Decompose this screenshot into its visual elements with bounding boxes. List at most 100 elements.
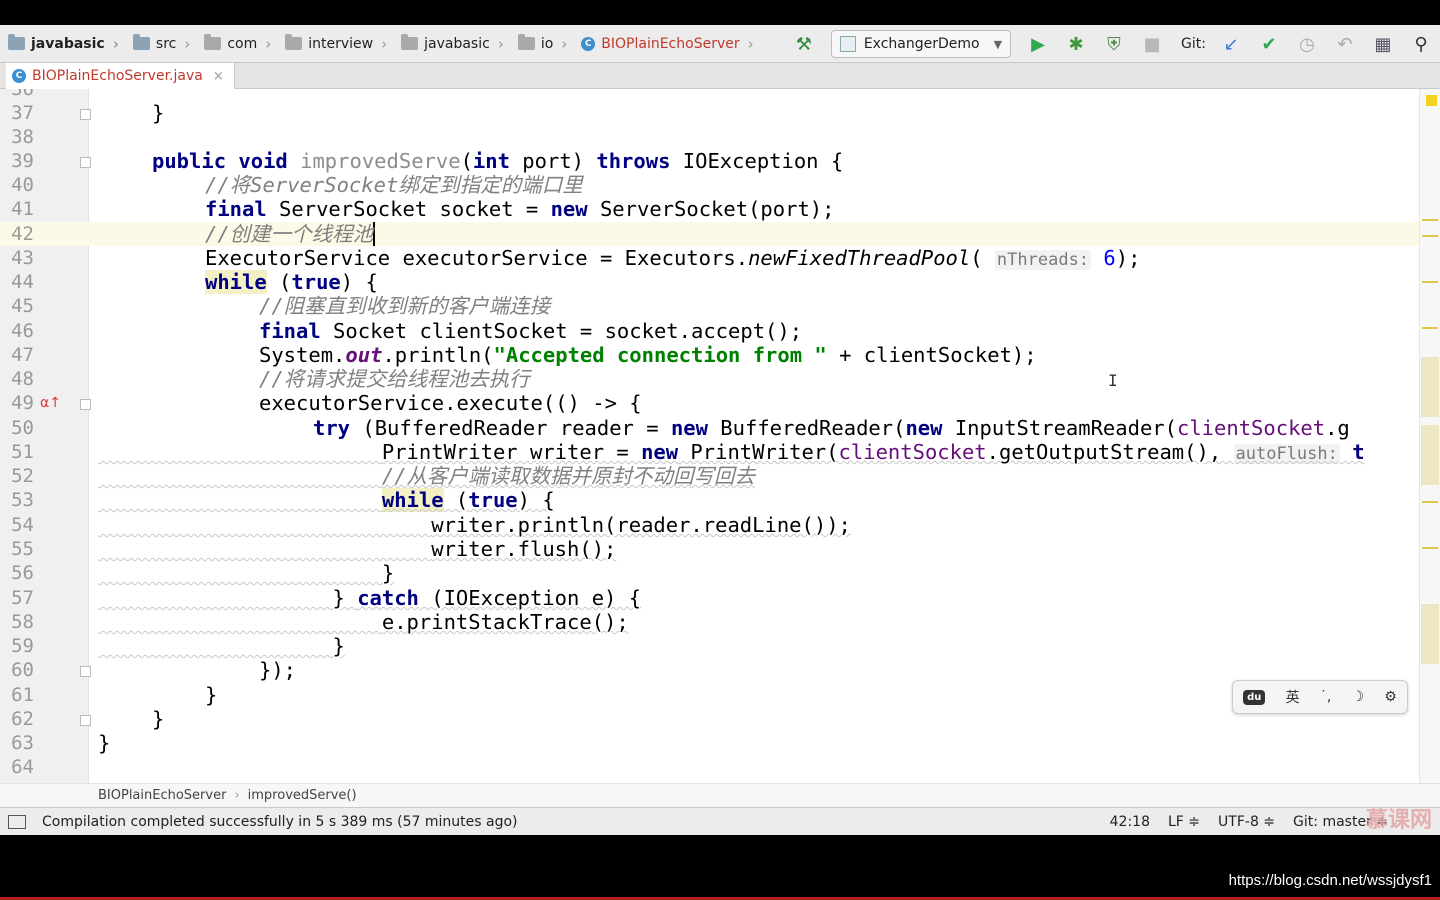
code-line: 63} (11, 731, 111, 755)
fold-marker-icon[interactable] (80, 109, 91, 120)
package-folder-icon (517, 34, 535, 50)
gear-icon[interactable]: ⚙ (1384, 689, 1397, 705)
chevron-right-icon: › (234, 788, 240, 803)
breadcrumb-javabasic[interactable]: javabasic › (393, 25, 510, 63)
code-line: 49 executorService.execute(() -> { (11, 391, 642, 415)
hammer-icon[interactable]: ⚒ (791, 31, 817, 57)
imooc-watermark: 慕课网 (1365, 808, 1432, 833)
stripe-mark[interactable] (1421, 357, 1439, 417)
line-separator[interactable]: LF ≑ (1168, 814, 1200, 830)
run-icon[interactable]: ▶ (1025, 31, 1051, 57)
blog-url-watermark: https://blog.csdn.net/wssjdysf1 (1228, 872, 1432, 889)
code-line: 53 while (true) { (11, 488, 555, 512)
ide-window: javabasic › src › com › interview › javabasi… (0, 25, 1440, 835)
stripe-mark[interactable] (1422, 235, 1438, 237)
stop-icon[interactable]: ■ (1139, 31, 1165, 57)
code-line: 56 } (11, 561, 395, 585)
file-encoding[interactable]: UTF-8 ≑ (1218, 814, 1275, 830)
stripe-mark[interactable] (1422, 501, 1438, 503)
breadcrumb-src[interactable]: src › (125, 25, 196, 63)
status-bar: Compilation completed successfully in 5 … (0, 807, 1440, 835)
tab-bioplainechoserver[interactable]: C BIOPlainEchoServer.java × (6, 63, 235, 89)
stripe-mark[interactable] (1421, 604, 1439, 664)
lambda-breakpoint-icon[interactable]: ⍺↑ (40, 395, 61, 411)
git-label: Git: (1181, 36, 1206, 52)
breadcrumb-interview[interactable]: interview › (277, 25, 393, 63)
close-icon[interactable]: × (213, 69, 224, 84)
code-line: 61} (11, 683, 218, 707)
ibeam-cursor-icon: I (1108, 371, 1118, 390)
package-folder-icon (401, 34, 419, 50)
code-line: 40//将ServerSocket绑定到指定的端口里 (11, 173, 583, 197)
code-line: 43 ExecutorService executorService = Exec… (11, 246, 1141, 270)
stripe-mark[interactable] (1422, 327, 1438, 329)
history-icon[interactable]: ◷ (1294, 31, 1320, 57)
package-folder-icon (204, 34, 222, 50)
parameter-hint: nThreads: (994, 250, 1092, 270)
navigation-bar: javabasic › src › com › interview › javabasi… (0, 25, 1440, 63)
code-line: 52 //从客户端读取数据并原封不动回写回去 (11, 464, 756, 488)
error-stripe[interactable] (1419, 89, 1440, 783)
code-line: 57 } catch (IOException e) { (11, 586, 642, 610)
caret-position[interactable]: 42:18 (1110, 814, 1150, 830)
editor-tab-bar: C BIOPlainEchoServer.java × (0, 63, 1440, 89)
run-config-icon (839, 36, 856, 52)
tool-windows-toggle-icon[interactable] (8, 814, 26, 829)
code-line: 62} (11, 707, 165, 731)
code-line: 51 PrintWriter writer = new PrintWriter(… (11, 440, 1365, 464)
chevron-down-icon: ▼ (993, 37, 1003, 51)
package-folder-icon (285, 34, 303, 50)
stripe-mark[interactable] (1422, 547, 1438, 549)
fold-marker-icon[interactable] (80, 715, 91, 726)
stripe-mark[interactable] (1421, 425, 1439, 485)
breadcrumb-class[interactable]: C BIOPlainEchoServer › (573, 25, 759, 63)
breadcrumb-module[interactable]: javabasic › (0, 25, 125, 63)
language-toggle[interactable]: 英 (1286, 687, 1300, 707)
status-message: Compilation completed successfully in 5 … (42, 813, 518, 830)
code-line: 58 e.printStackTrace(); (11, 610, 629, 634)
source-folder-icon (132, 34, 150, 50)
stripe-mark[interactable] (1422, 281, 1438, 283)
project-structure-icon[interactable]: ▦ (1370, 31, 1396, 57)
breadcrumb-class-name[interactable]: BIOPlainEchoServer (98, 788, 226, 803)
code-editor[interactable]: 36 37} 38 39 public void improvedServe(in… (0, 89, 1440, 783)
text-caret: //创建一个线程池 (205, 222, 376, 246)
code-area[interactable]: 36 37} 38 39 public void improvedServe(in… (0, 89, 1420, 783)
coverage-icon[interactable]: ⛨ (1101, 31, 1127, 57)
code-line: 38 (11, 126, 34, 148)
code-line: 60}); (11, 658, 297, 682)
breadcrumb-method-name[interactable]: improvedServe() (248, 788, 357, 803)
class-icon: C (12, 69, 26, 83)
code-line: 54 writer.println(reader.readLine()); (11, 513, 851, 537)
baidu-ime-logo[interactable]: du (1243, 689, 1266, 705)
tab-label: BIOPlainEchoServer.java (32, 68, 203, 84)
breadcrumb-io[interactable]: io › (510, 25, 573, 63)
code-line: 64 (11, 756, 34, 778)
code-line: 36 (11, 89, 34, 100)
toolbar: ⚒ ExchangerDemo ▼ ▶ ✱ ⛨ ■ Git: ↙ ✔ ◷ ↶ ▦ … (785, 25, 1440, 63)
code-line: 48//将请求提交给线程池去执行 (11, 367, 530, 391)
fold-marker-icon[interactable] (80, 157, 91, 168)
revert-icon[interactable]: ↶ (1332, 31, 1358, 57)
fold-marker-icon[interactable] (80, 399, 91, 410)
code-line: 55 writer.flush(); (11, 537, 617, 561)
debug-icon[interactable]: ✱ (1063, 31, 1089, 57)
code-line: 59 } (11, 634, 345, 658)
stripe-mark[interactable] (1422, 219, 1438, 221)
breadcrumb-com[interactable]: com › (196, 25, 277, 63)
run-configuration-select[interactable]: ExchangerDemo ▼ (830, 30, 1012, 58)
module-folder-icon (8, 34, 25, 50)
parameter-hint: autoFlush: (1233, 444, 1340, 464)
code-line: 46 final Socket clientSocket = socket.acc… (11, 319, 803, 343)
warning-indicator-icon[interactable] (1426, 95, 1437, 106)
punctuation-toggle[interactable]: ˙, (1320, 689, 1331, 705)
moon-icon[interactable]: ☽ (1352, 689, 1365, 705)
search-icon[interactable]: ⚲ (1408, 31, 1434, 57)
input-method-toolbar[interactable]: du 英 ˙, ☽ ⚙ (1232, 680, 1408, 714)
code-line: 41 final ServerSocket socket = new Server… (11, 197, 835, 221)
code-line: 47 System.out.println("Accepted connectio… (11, 343, 1037, 367)
vcs-commit-icon[interactable]: ✔ (1256, 31, 1282, 57)
vcs-update-icon[interactable]: ↙ (1218, 31, 1244, 57)
code-line: 39 public void improvedServe(int port) th… (11, 149, 844, 173)
fold-marker-icon[interactable] (80, 666, 91, 677)
